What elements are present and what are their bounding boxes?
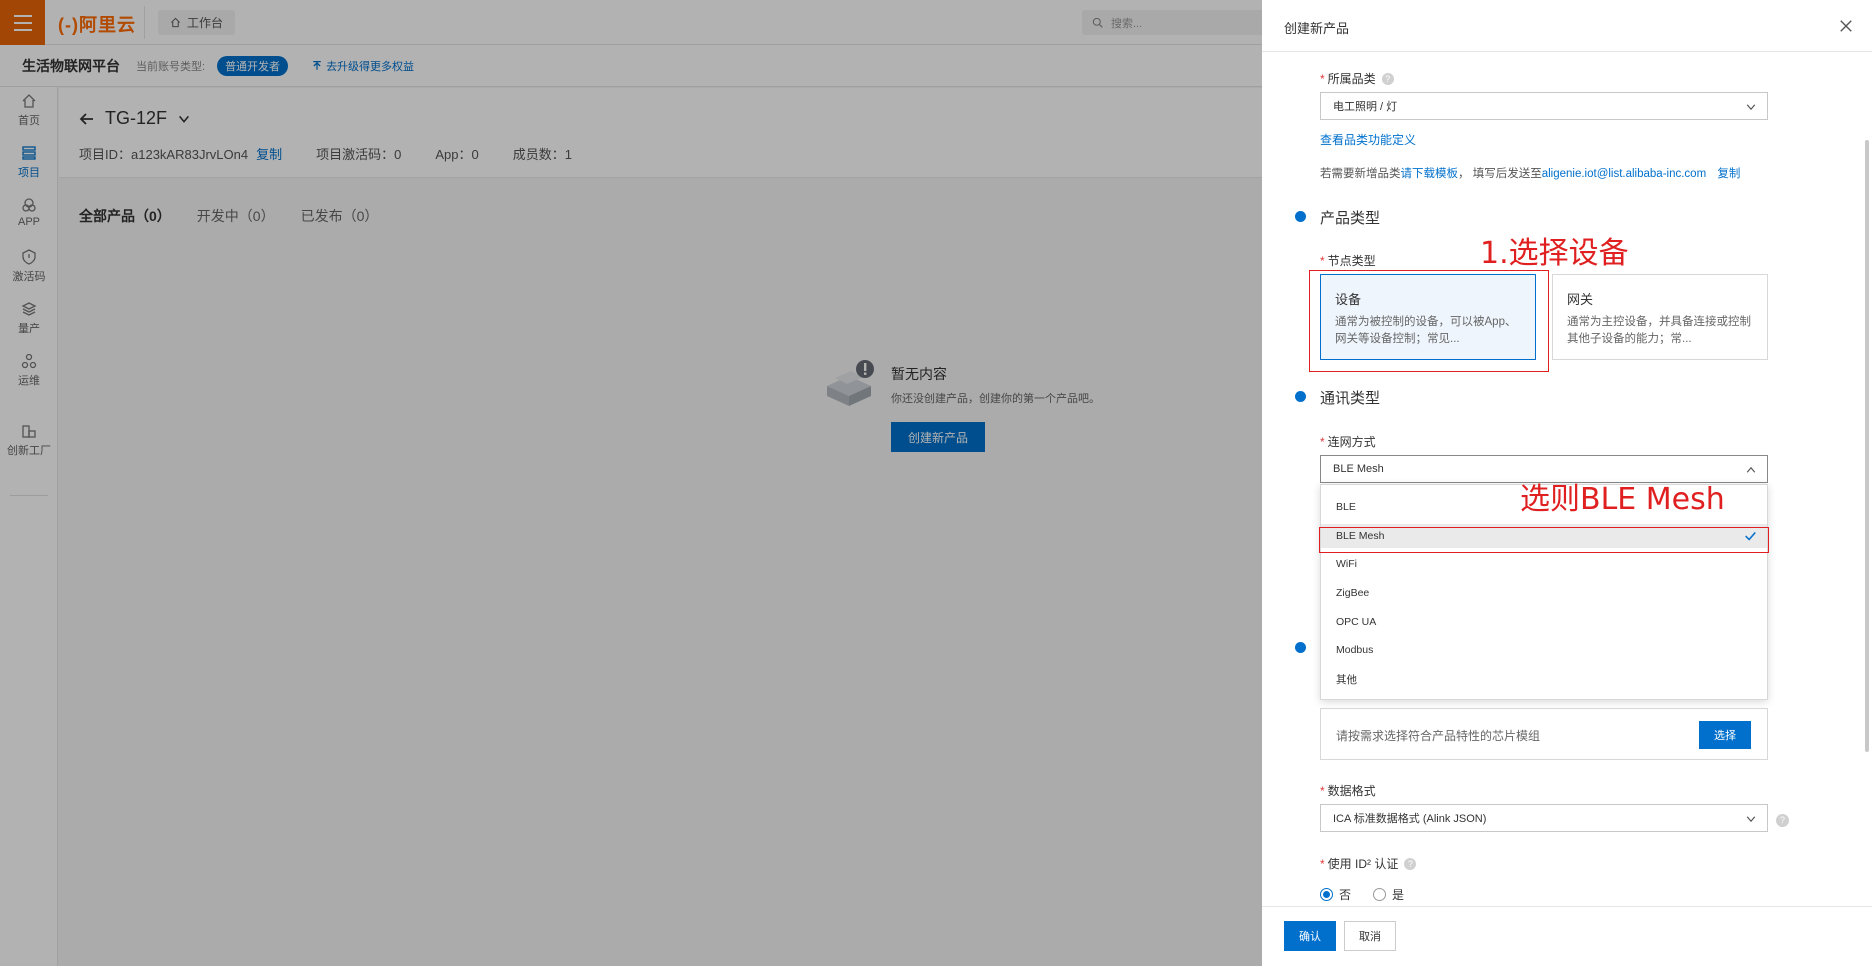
cancel-button[interactable]: 取消 xyxy=(1344,921,1396,951)
data-format-label: * 数据格式 xyxy=(1320,783,1376,799)
data-format-value: ICA 标准数据格式 (Alink JSON) xyxy=(1333,813,1487,825)
node-type-label: * 节点类型 xyxy=(1320,253,1376,269)
create-product-drawer: 创建新产品 * 所属品类? 电工照明 / 灯 查看品类功能定义 若需要新增品类请下… xyxy=(1262,0,1872,966)
section-marker xyxy=(1295,391,1306,402)
id2-radio-group: 否 是 xyxy=(1320,886,1404,903)
drawer-scrollbar[interactable] xyxy=(1865,140,1869,752)
network-value: BLE Mesh xyxy=(1333,463,1384,475)
help-icon[interactable]: ? xyxy=(1404,857,1417,870)
drawer-header: 创建新产品 xyxy=(1262,0,1872,52)
watermark: CSDN @qq_54193285 xyxy=(1690,940,1856,958)
confirm-button[interactable]: 确认 xyxy=(1284,921,1336,951)
chevron-down-icon xyxy=(1746,816,1756,823)
annotation-step2: 选则BLE Mesh xyxy=(1520,482,1725,517)
new-category-note: 若需要新增品类请下载模板， 填写后发送至aligenie.iot@list.al… xyxy=(1320,168,1741,180)
chevron-up-icon xyxy=(1746,466,1756,473)
annotation-step1: 1.选择设备 xyxy=(1480,236,1629,271)
dropdown-option[interactable]: OPC UA xyxy=(1321,610,1767,634)
annotation-box-device xyxy=(1309,270,1549,372)
section-marker xyxy=(1295,642,1306,653)
chevron-down-icon xyxy=(1746,104,1756,111)
radio-yes-label: 是 xyxy=(1392,888,1405,902)
dropdown-option[interactable]: 其他 xyxy=(1321,667,1767,691)
node-card-gateway[interactable]: 网关 通常为主控设备，并具备连接或控制其他子设备的能力；常... xyxy=(1552,274,1768,360)
section-product-type: 产品类型 xyxy=(1320,210,1381,227)
section-comm-type: 通讯类型 xyxy=(1320,390,1381,407)
category-value: 电工照明 / 灯 xyxy=(1333,101,1398,113)
drawer-title: 创建新产品 xyxy=(1284,21,1350,36)
close-icon[interactable] xyxy=(1834,14,1858,38)
radio-yes[interactable] xyxy=(1373,888,1387,901)
help-icon[interactable]: ? xyxy=(1381,72,1394,85)
chip-placeholder: 请按需求选择符合产品特性的芯片模组 xyxy=(1336,729,1541,743)
section-marker xyxy=(1295,211,1306,222)
dropdown-option[interactable]: WiFi xyxy=(1321,552,1767,576)
help-icon[interactable]: ? xyxy=(1776,811,1789,827)
copy-email-link[interactable]: 复制 xyxy=(1717,168,1740,180)
category-definition-link[interactable]: 查看品类功能定义 xyxy=(1320,131,1416,148)
email-link[interactable]: aligenie.iot@list.alibaba-inc.com xyxy=(1542,168,1706,180)
network-label: * 连网方式 xyxy=(1320,434,1376,450)
card-title: 网关 xyxy=(1567,292,1594,307)
annotation-box-ble-mesh xyxy=(1319,527,1769,553)
download-template-link[interactable]: 请下载模板 xyxy=(1401,168,1459,180)
category-select[interactable]: 电工照明 / 灯 xyxy=(1320,92,1768,120)
id2-label: * 使用 ID² 认证? xyxy=(1320,855,1417,872)
data-format-select[interactable]: ICA 标准数据格式 (Alink JSON) xyxy=(1320,804,1768,832)
select-chip-button[interactable]: 选择 xyxy=(1699,721,1751,749)
radio-no[interactable] xyxy=(1320,888,1333,901)
dropdown-option[interactable]: ZigBee xyxy=(1321,581,1767,605)
chip-module-selector: 请按需求选择符合产品特性的芯片模组 选择 xyxy=(1320,708,1768,760)
card-description: 通常为主控设备，并具备连接或控制其他子设备的能力；常... xyxy=(1567,316,1751,345)
category-label: * 所属品类? xyxy=(1320,70,1394,87)
dropdown-option[interactable]: Modbus xyxy=(1321,638,1767,662)
radio-no-label: 否 xyxy=(1339,888,1352,902)
